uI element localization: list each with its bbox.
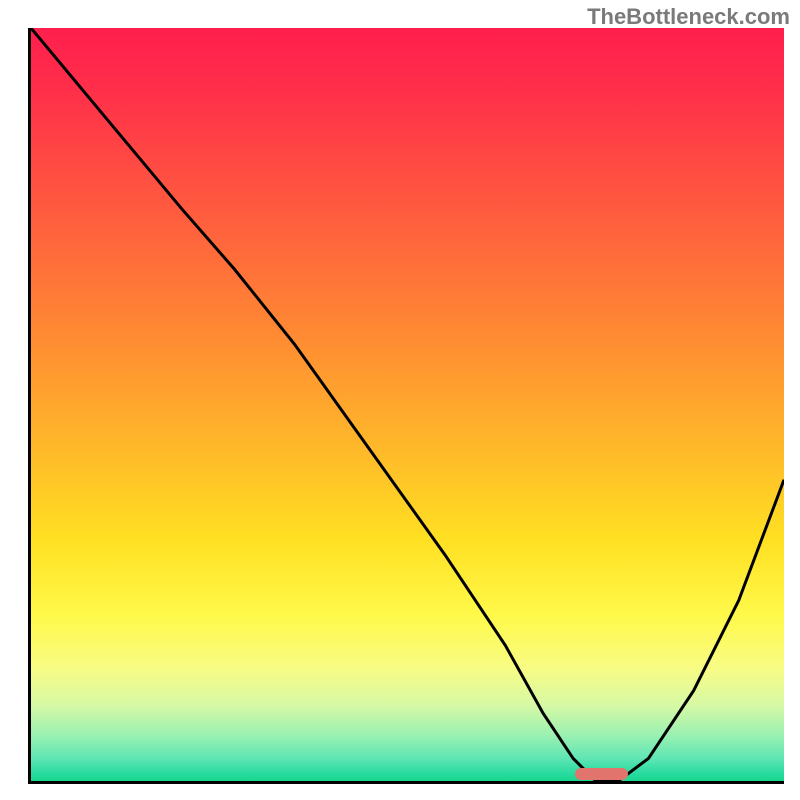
bottleneck-curve-path [31,28,784,781]
plot-area [28,28,784,784]
optimal-range-marker [575,768,628,780]
attribution-text: TheBottleneck.com [587,4,790,30]
curve-svg [31,28,784,781]
